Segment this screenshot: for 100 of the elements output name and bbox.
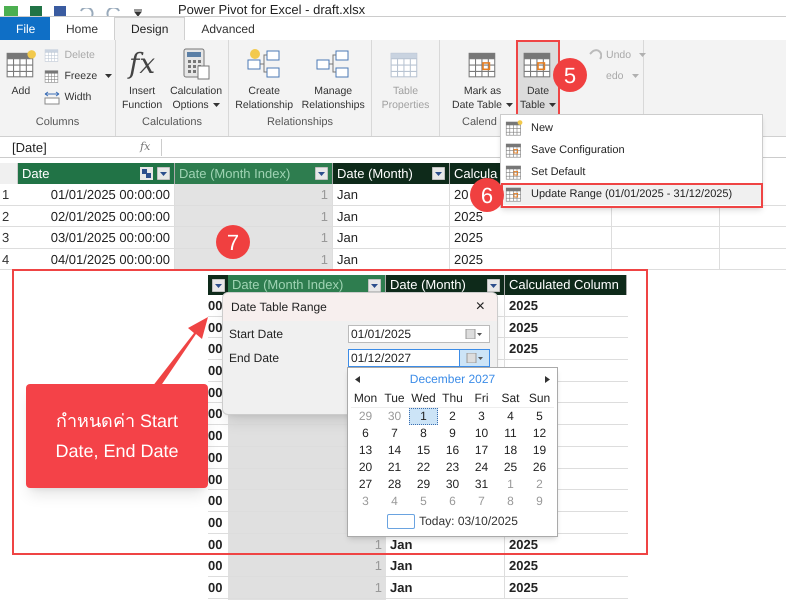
function-icon: fx <box>129 48 156 80</box>
calendar-day[interactable]: 9 <box>438 425 467 442</box>
table-cell-text: 2025 <box>508 297 539 315</box>
row-number: 4 <box>1 250 10 268</box>
calendar-day[interactable]: 5 <box>525 408 554 425</box>
row-number: 2 <box>1 208 10 226</box>
ribbon-button[interactable]: Create Relationship <box>233 42 296 114</box>
table-cell: 2025 <box>450 227 612 248</box>
dialog-title: Date Table Range <box>231 299 327 316</box>
today-link[interactable]: Today: 03/10/2025 <box>419 512 518 530</box>
calendar-day[interactable]: 18 <box>496 442 525 459</box>
window-title: Power Pivot for Excel - draft.xlsx <box>178 3 366 16</box>
menu-item[interactable]: Update Range (01/01/2025 - 31/12/2025) <box>501 183 762 205</box>
table-cell-text: 00 <box>208 492 224 510</box>
calendar-day[interactable]: 28 <box>380 476 409 493</box>
calendar-day[interactable]: 24 <box>467 459 496 476</box>
group-label: Relationships <box>266 115 334 130</box>
weekday-label: Tue <box>383 390 406 407</box>
ribbon-button[interactable]: Mark as Date Table <box>450 42 516 114</box>
menu-item[interactable]: Set Default <box>501 161 762 183</box>
calendar-day[interactable]: 12 <box>525 425 554 442</box>
calendar-day[interactable]: 3 <box>467 408 496 425</box>
table-cell-text: 1 <box>374 578 383 597</box>
ribbon-tab[interactable]: Advanced <box>185 17 271 40</box>
table-cell-text: 00 <box>208 470 224 488</box>
table-cell-text: 2025 <box>508 340 539 358</box>
calendar-day[interactable]: 19 <box>525 442 554 459</box>
calendar-day[interactable]: 16 <box>438 442 467 459</box>
close-button[interactable]: × <box>476 299 485 315</box>
weekday-label: Sun <box>528 390 552 407</box>
calendar-day[interactable]: 15 <box>409 442 438 459</box>
calendar-day[interactable]: 17 <box>467 442 496 459</box>
table-cell-text: 1 <box>374 536 383 554</box>
calendar-day[interactable]: 2 <box>438 408 467 425</box>
column-header[interactable]: Calculated Column <box>505 275 627 295</box>
calendar-day[interactable]: 8 <box>409 425 438 442</box>
calendar-day[interactable]: 30 <box>438 476 467 493</box>
ribbon-tab[interactable]: Design <box>114 17 186 40</box>
table-cell: Jan <box>333 184 450 204</box>
column-header[interactable]: Date <box>18 163 175 184</box>
column-header[interactable]: Date (Month) <box>333 163 450 184</box>
table-cell: 1 <box>175 184 333 204</box>
table-cell: 1 <box>175 206 333 226</box>
table-cell-text: 2025 <box>508 557 539 576</box>
date-field[interactable]: 01/01/2025 <box>348 325 490 343</box>
calendar-day[interactable]: 4 <box>496 408 525 425</box>
ribbon-button[interactable]: Freeze <box>44 67 112 85</box>
calendar-day[interactable]: 11 <box>496 425 525 442</box>
calendar-day[interactable]: 13 <box>351 442 380 459</box>
table-cell-text: 2025 <box>508 536 539 554</box>
ribbon-button[interactable]: Add <box>2 42 39 100</box>
calendar-day[interactable]: 6 <box>351 425 380 442</box>
calendar-day[interactable]: 31 <box>467 476 496 493</box>
calendar-day[interactable]: 14 <box>380 442 409 459</box>
table-cell-text: 00 <box>208 514 224 532</box>
ribbon-button[interactable]: Width <box>44 88 112 106</box>
menu-item[interactable]: Save Configuration <box>501 139 762 161</box>
ribbon-button[interactable]: Date Table <box>518 42 558 114</box>
calendar-day[interactable]: 7 <box>380 425 409 442</box>
table-cell: 2025 <box>450 248 612 269</box>
calendar-day[interactable]: 26 <box>525 459 554 476</box>
table-cell-text: 00 <box>208 297 224 315</box>
weekday-label: Fri <box>474 390 490 407</box>
menu-item[interactable]: New <box>501 117 762 139</box>
table-cell-text: 00 <box>208 578 224 597</box>
calendar-day[interactable]: 10 <box>467 425 496 442</box>
table-cell-text: 00 <box>208 405 224 424</box>
table-cell-text: 1 <box>374 557 383 576</box>
table-cell-text: 2025 <box>508 318 539 337</box>
name-box[interactable]: [Date] <box>0 138 140 158</box>
calendar-day[interactable]: 20 <box>351 459 380 476</box>
calendar-day[interactable]: 27 <box>351 476 380 493</box>
calendar-day[interactable]: 1 <box>409 408 438 425</box>
ribbon-tab[interactable]: File <box>0 17 50 40</box>
group-label: Calculations <box>141 115 203 130</box>
group-label: Calend <box>462 115 497 130</box>
weekday-label: Sat <box>500 390 520 407</box>
group-label: Columns <box>34 114 80 130</box>
step-badge: 6 <box>470 178 504 212</box>
table-cell: Jan <box>333 227 450 248</box>
calendar-day[interactable]: 23 <box>438 459 467 476</box>
table-cell: Jan <box>386 555 505 576</box>
table-cell-text: 00 <box>208 340 224 358</box>
calendar-day[interactable]: 25 <box>496 459 525 476</box>
field-label: Start Date <box>229 326 284 343</box>
callout-text: กำหนดค่า Start Date, End Date <box>54 410 180 463</box>
calendar-day[interactable]: 29 <box>409 476 438 493</box>
table-cell-text: 00 <box>208 557 224 576</box>
date-field[interactable]: 01/12/2027 <box>348 349 490 367</box>
weekday-label: Thu <box>441 390 464 407</box>
ribbon-button[interactable]: Calculation Options <box>168 42 224 114</box>
row-number: 3 <box>1 229 10 247</box>
ribbon-tab[interactable]: Home <box>50 17 114 40</box>
calendar-day[interactable]: 21 <box>380 459 409 476</box>
ribbon-button[interactable]: fx Insert Function <box>120 42 164 114</box>
ribbon-button[interactable]: Manage Relationships <box>300 42 367 114</box>
table-cell-text: 00 <box>208 448 224 467</box>
table-cell-text: 00 <box>208 384 224 402</box>
calendar-day[interactable]: 22 <box>409 459 438 476</box>
table-cell-text: 2025 <box>508 578 539 597</box>
